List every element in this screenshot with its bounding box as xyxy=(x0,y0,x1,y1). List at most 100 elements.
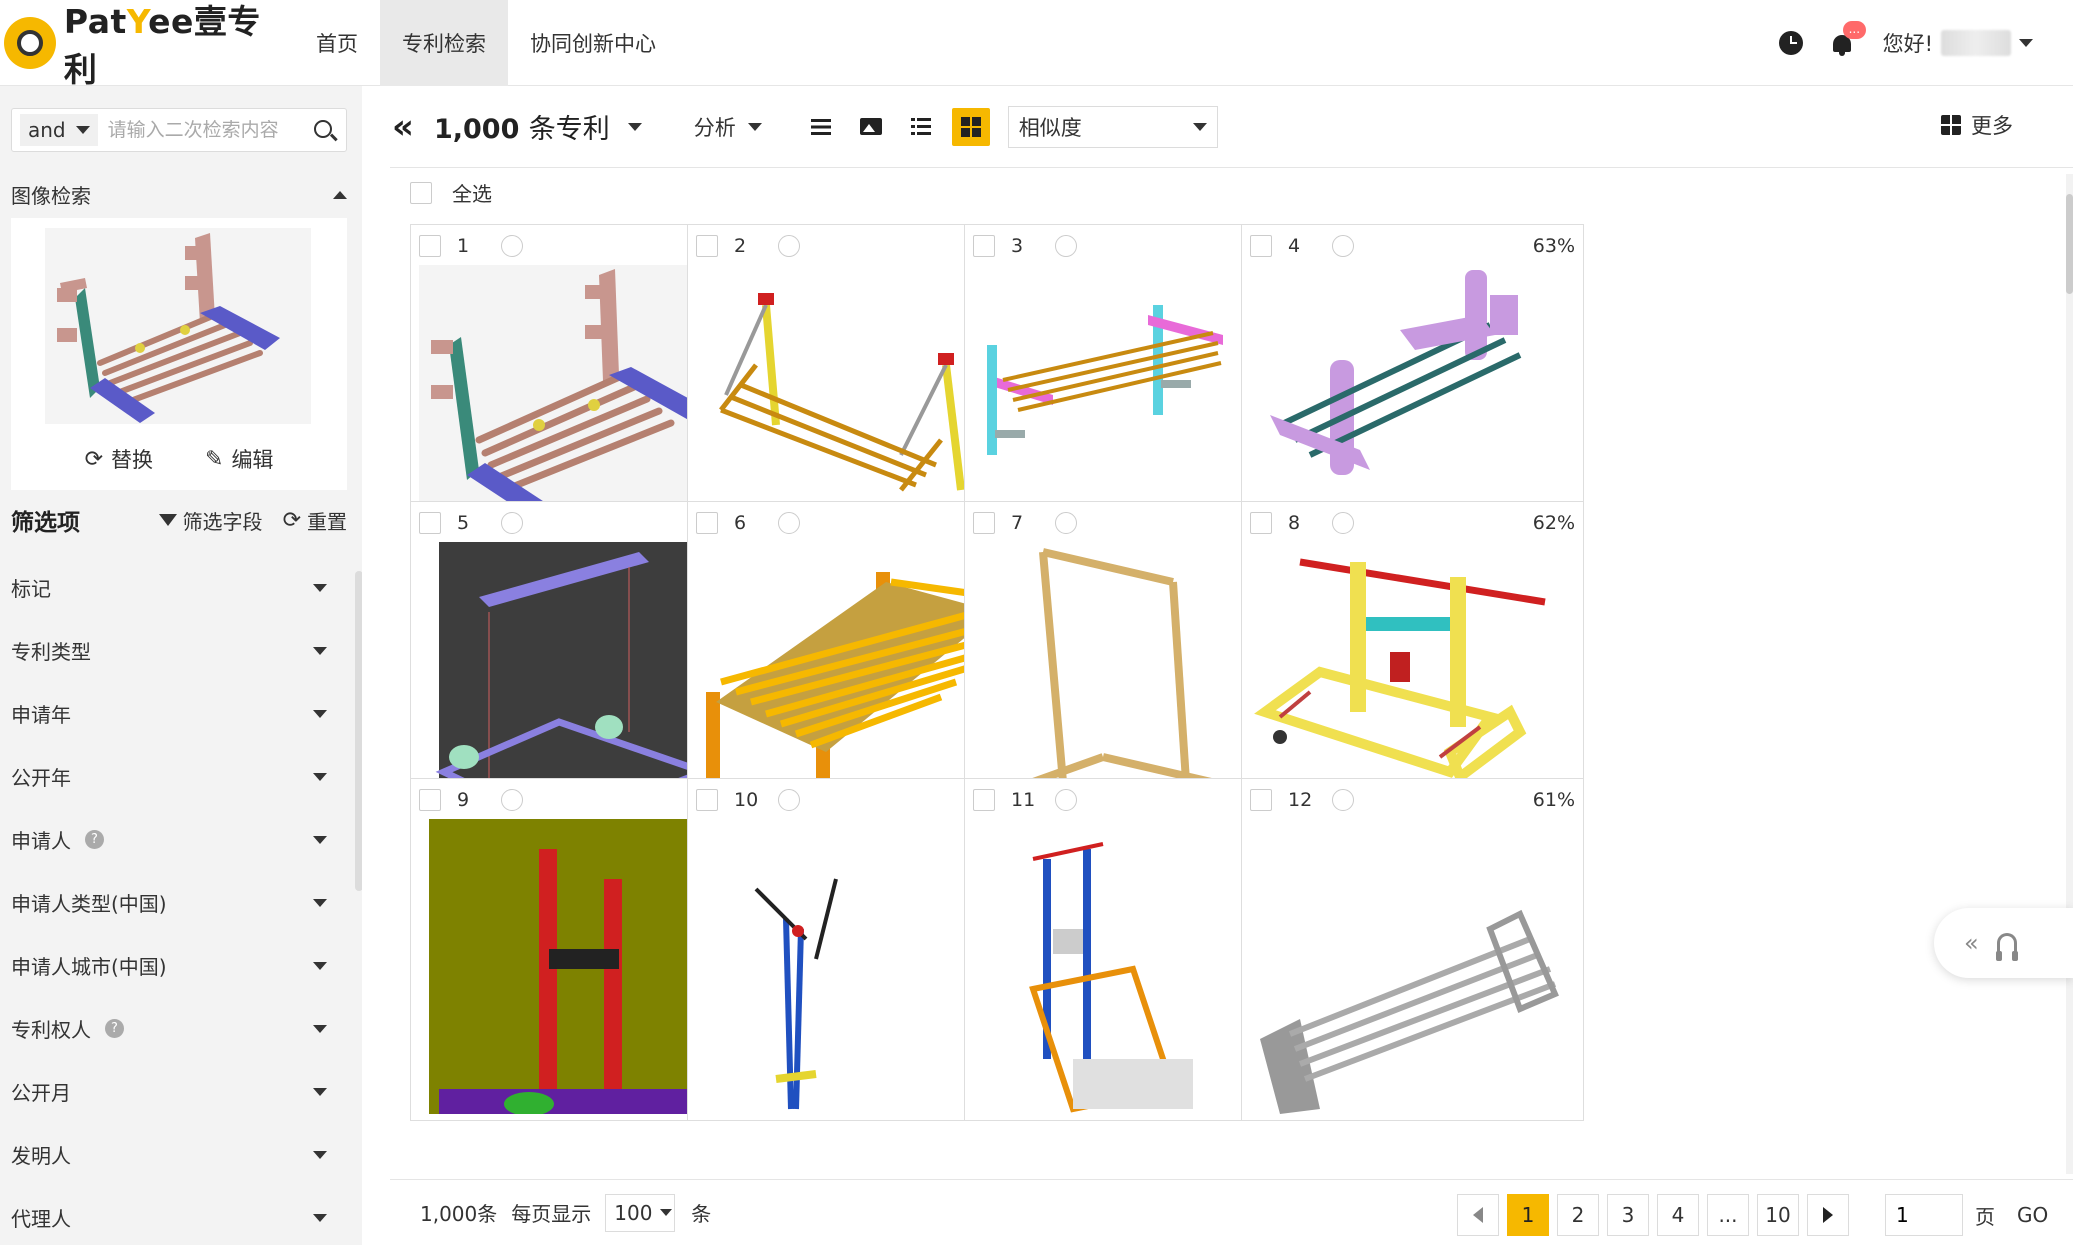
card-radio[interactable] xyxy=(778,789,800,811)
card-radio[interactable] xyxy=(778,512,800,534)
history-clock-icon[interactable] xyxy=(1778,31,1803,55)
prev-page-button[interactable] xyxy=(1457,1194,1499,1236)
card-rank: 3 xyxy=(1011,235,1024,257)
chevron-down-icon xyxy=(313,583,327,592)
patent-card[interactable]: 12 61% xyxy=(1241,778,1584,1121)
card-checkbox[interactable] xyxy=(419,789,441,811)
nav-patent-search[interactable]: 专利检索 xyxy=(380,0,508,86)
facet-item[interactable]: 申请年 xyxy=(0,682,354,745)
card-radio[interactable] xyxy=(501,235,523,257)
sort-select[interactable]: 相似度 xyxy=(1007,105,1218,148)
replace-image-button[interactable]: ⟳ 替换 xyxy=(85,444,153,474)
facet-item[interactable]: 代理人 xyxy=(0,1186,354,1245)
help-icon[interactable]: ? xyxy=(85,830,104,849)
card-checkbox[interactable] xyxy=(1250,512,1272,534)
go-button[interactable]: GO xyxy=(2017,1203,2048,1227)
operator-select[interactable]: and xyxy=(20,114,98,146)
per-page-select[interactable]: 100 xyxy=(605,1193,676,1232)
card-rank: 2 xyxy=(734,235,747,257)
card-rank: 7 xyxy=(1011,512,1024,534)
edit-image-button[interactable]: ✎ 编辑 xyxy=(205,444,273,474)
facet-item[interactable]: 申请人城市(中国) xyxy=(0,934,354,997)
support-float[interactable]: « xyxy=(1934,908,2073,978)
pagination: 1,000条 每页显示 100 条 1234...10 页 GO xyxy=(390,1179,2073,1245)
chevron-down-icon xyxy=(313,1150,327,1159)
card-radio[interactable] xyxy=(778,235,800,257)
facet-item[interactable]: 公开月 xyxy=(0,1060,354,1123)
image-search-header[interactable]: 图像检索 xyxy=(11,180,347,209)
filter-title: 筛选项 xyxy=(11,510,80,536)
result-count: 1,000 条专利 xyxy=(433,114,610,145)
image-icon xyxy=(859,118,882,135)
headset-icon[interactable] xyxy=(1995,933,2018,961)
more-button[interactable]: 更多 xyxy=(1941,110,2013,140)
card-checkbox[interactable] xyxy=(696,512,718,534)
chevron-down-icon xyxy=(1192,122,1207,131)
facet-item[interactable]: 申请人? xyxy=(0,808,354,871)
facet-item[interactable]: 标记 xyxy=(0,556,354,619)
card-rank: 5 xyxy=(457,512,470,534)
reset-button[interactable]: ⟳ 重置 xyxy=(283,506,347,535)
chevron-down-icon xyxy=(313,1024,327,1033)
nav-innovation-center[interactable]: 协同创新中心 xyxy=(508,0,678,86)
notification-bell[interactable]: ... xyxy=(1829,21,1867,57)
expand-icon[interactable]: « xyxy=(1964,929,1979,957)
facet-item[interactable]: 专利类型 xyxy=(0,619,354,682)
facet-item[interactable]: 专利权人? xyxy=(0,997,354,1060)
card-radio[interactable] xyxy=(1055,512,1077,534)
grid-icon xyxy=(960,116,981,137)
filter-fields-button[interactable]: 筛选字段 xyxy=(158,506,263,535)
select-all[interactable]: 全选 xyxy=(410,178,492,207)
facet-label: 申请人城市(中国) xyxy=(11,955,167,979)
patent-drawing[interactable] xyxy=(1250,819,1575,1114)
chevron-down-icon xyxy=(313,898,327,907)
select-all-checkbox[interactable] xyxy=(410,181,432,204)
username-redacted xyxy=(1941,30,2011,56)
page-button[interactable]: 4 xyxy=(1657,1194,1699,1236)
help-icon[interactable]: ? xyxy=(105,1019,124,1038)
facet-item[interactable]: 申请人类型(中国) xyxy=(0,871,354,934)
page-button[interactable]: 2 xyxy=(1557,1194,1599,1236)
card-checkbox[interactable] xyxy=(419,235,441,257)
card-radio[interactable] xyxy=(1332,789,1354,811)
collapse-sidebar-icon[interactable]: « xyxy=(392,110,414,144)
card-checkbox[interactable] xyxy=(973,235,995,257)
chevron-up-icon[interactable] xyxy=(333,190,347,199)
goto-page-input[interactable] xyxy=(1885,1194,1963,1236)
nav-home[interactable]: 首页 xyxy=(294,0,380,86)
search-icon[interactable] xyxy=(314,120,332,138)
page-button[interactable]: 1 xyxy=(1507,1194,1549,1236)
card-radio[interactable] xyxy=(1055,235,1077,257)
operator-value: and xyxy=(28,118,66,142)
goto-page: 页 GO xyxy=(1885,1194,2048,1236)
card-radio[interactable] xyxy=(501,512,523,534)
view-detail-list-button[interactable] xyxy=(902,108,940,146)
card-rank: 6 xyxy=(734,512,747,534)
facet-item[interactable]: 公开年 xyxy=(0,745,354,808)
view-grid-button[interactable] xyxy=(951,107,990,146)
result-count-menu[interactable]: 1,000 条专利 xyxy=(434,107,642,146)
card-checkbox[interactable] xyxy=(973,789,995,811)
card-radio[interactable] xyxy=(1332,512,1354,534)
next-page-button[interactable] xyxy=(1807,1194,1849,1236)
card-radio[interactable] xyxy=(1332,235,1354,257)
brand-logo[interactable]: PatYee壹专利 xyxy=(4,0,294,89)
view-image-button[interactable] xyxy=(852,108,890,146)
card-radio[interactable] xyxy=(1055,789,1077,811)
card-checkbox[interactable] xyxy=(1250,235,1272,257)
analysis-dropdown[interactable]: 分析 xyxy=(694,112,762,142)
card-checkbox[interactable] xyxy=(1250,789,1272,811)
secondary-search-input[interactable] xyxy=(107,119,298,141)
card-checkbox[interactable] xyxy=(696,235,718,257)
page-button[interactable]: 10 xyxy=(1757,1194,1799,1236)
card-checkbox[interactable] xyxy=(973,512,995,534)
facet-item[interactable]: 发明人 xyxy=(0,1123,354,1186)
view-list-button[interactable] xyxy=(802,108,840,146)
card-radio[interactable] xyxy=(501,789,523,811)
results-scrollbar[interactable] xyxy=(2066,174,2073,1174)
user-menu[interactable]: 您好! xyxy=(1883,28,2033,58)
card-checkbox[interactable] xyxy=(419,512,441,534)
card-checkbox[interactable] xyxy=(696,789,718,811)
page-button[interactable]: 3 xyxy=(1607,1194,1649,1236)
chevron-down-icon xyxy=(627,122,642,131)
